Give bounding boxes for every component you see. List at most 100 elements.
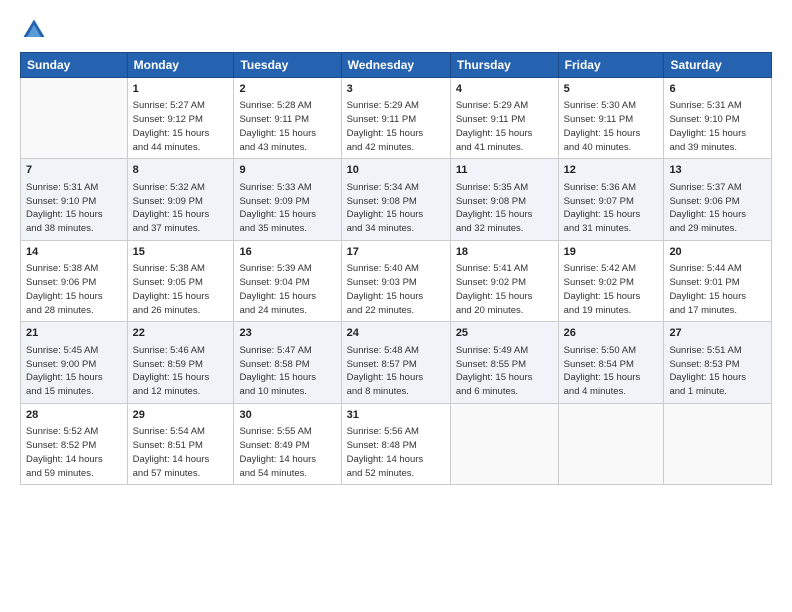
day-number: 12 [564, 163, 659, 178]
day-number: 17 [347, 245, 445, 260]
calendar-cell [558, 403, 664, 484]
calendar-cell: 31 Sunrise: 5:56 AM Sunset: 8:48 PM Dayli… [341, 403, 450, 484]
day-number: 22 [133, 326, 229, 341]
calendar-week-row: 14 Sunrise: 5:38 AM Sunset: 9:06 PM Dayli… [21, 240, 772, 321]
calendar-cell: 9 Sunrise: 5:33 AM Sunset: 9:09 PM Daylig… [234, 159, 341, 240]
day-info: Sunrise: 5:45 AM Sunset: 9:00 PM Dayligh… [26, 344, 122, 399]
day-info: Sunrise: 5:47 AM Sunset: 8:58 PM Dayligh… [239, 344, 335, 399]
calendar-cell: 11Sunrise: 5:35 AM Sunset: 9:08 PM Dayli… [450, 159, 558, 240]
calendar-cell: 3 Sunrise: 5:29 AM Sunset: 9:11 PM Daylig… [341, 78, 450, 159]
day-number: 13 [669, 163, 766, 178]
day-info: Sunrise: 5:54 AM Sunset: 8:51 PM Dayligh… [133, 425, 229, 480]
calendar-cell: 14 Sunrise: 5:38 AM Sunset: 9:06 PM Dayli… [21, 240, 128, 321]
calendar-cell: 21 Sunrise: 5:45 AM Sunset: 9:00 PM Dayli… [21, 322, 128, 403]
day-number: 30 [239, 408, 335, 423]
day-info: Sunrise: 5:34 AM Sunset: 9:08 PM Dayligh… [347, 181, 445, 236]
day-info: Sunrise: 5:38 AM Sunset: 9:06 PM Dayligh… [26, 262, 122, 317]
weekday-header: Monday [127, 53, 234, 78]
day-number: 4 [456, 82, 553, 97]
weekday-header: Sunday [21, 53, 128, 78]
day-info: Sunrise: 5:31 AM Sunset: 9:10 PM Dayligh… [669, 99, 766, 154]
calendar-cell: 18 Sunrise: 5:41 AM Sunset: 9:02 PM Dayli… [450, 240, 558, 321]
day-number: 7 [26, 163, 122, 178]
day-info: Sunrise: 5:30 AM Sunset: 9:11 PM Dayligh… [564, 99, 659, 154]
calendar-cell: 6 Sunrise: 5:31 AM Sunset: 9:10 PM Daylig… [664, 78, 772, 159]
calendar-cell [664, 403, 772, 484]
day-info: Sunrise: 5:40 AM Sunset: 9:03 PM Dayligh… [347, 262, 445, 317]
day-number: 27 [669, 326, 766, 341]
calendar-week-row: 1 Sunrise: 5:27 AM Sunset: 9:12 PM Daylig… [21, 78, 772, 159]
calendar-cell: 19 Sunrise: 5:42 AM Sunset: 9:02 PM Dayli… [558, 240, 664, 321]
calendar-cell: 22 Sunrise: 5:46 AM Sunset: 8:59 PM Dayli… [127, 322, 234, 403]
day-number: 31 [347, 408, 445, 423]
day-number: 6 [669, 82, 766, 97]
calendar-header-row: SundayMondayTuesdayWednesdayThursdayFrid… [21, 53, 772, 78]
calendar-cell: 30 Sunrise: 5:55 AM Sunset: 8:49 PM Dayli… [234, 403, 341, 484]
day-info: Sunrise: 5:29 AM Sunset: 9:11 PM Dayligh… [347, 99, 445, 154]
day-info: Sunrise: 5:49 AM Sunset: 8:55 PM Dayligh… [456, 344, 553, 399]
calendar-cell: 12 Sunrise: 5:36 AM Sunset: 9:07 PM Dayli… [558, 159, 664, 240]
day-info: Sunrise: 5:28 AM Sunset: 9:11 PM Dayligh… [239, 99, 335, 154]
calendar-cell [21, 78, 128, 159]
day-info: Sunrise: 5:56 AM Sunset: 8:48 PM Dayligh… [347, 425, 445, 480]
day-number: 5 [564, 82, 659, 97]
day-info: Sunrise: 5:46 AM Sunset: 8:59 PM Dayligh… [133, 344, 229, 399]
day-info: Sunrise: 5:29 AM Sunset: 9:11 PM Dayligh… [456, 99, 553, 154]
calendar-cell: 2 Sunrise: 5:28 AM Sunset: 9:11 PM Daylig… [234, 78, 341, 159]
calendar-cell: 24Sunrise: 5:48 AM Sunset: 8:57 PM Dayli… [341, 322, 450, 403]
calendar-table: SundayMondayTuesdayWednesdayThursdayFrid… [20, 52, 772, 485]
day-number: 21 [26, 326, 122, 341]
day-number: 28 [26, 408, 122, 423]
calendar-cell: 5 Sunrise: 5:30 AM Sunset: 9:11 PM Daylig… [558, 78, 664, 159]
day-info: Sunrise: 5:52 AM Sunset: 8:52 PM Dayligh… [26, 425, 122, 480]
day-info: Sunrise: 5:33 AM Sunset: 9:09 PM Dayligh… [239, 181, 335, 236]
day-number: 29 [133, 408, 229, 423]
day-info: Sunrise: 5:44 AM Sunset: 9:01 PM Dayligh… [669, 262, 766, 317]
day-info: Sunrise: 5:36 AM Sunset: 9:07 PM Dayligh… [564, 181, 659, 236]
calendar-cell: 26 Sunrise: 5:50 AM Sunset: 8:54 PM Dayli… [558, 322, 664, 403]
day-info: Sunrise: 5:42 AM Sunset: 9:02 PM Dayligh… [564, 262, 659, 317]
calendar-cell: 13 Sunrise: 5:37 AM Sunset: 9:06 PM Dayli… [664, 159, 772, 240]
day-number: 20 [669, 245, 766, 260]
calendar-cell: 20 Sunrise: 5:44 AM Sunset: 9:01 PM Dayli… [664, 240, 772, 321]
day-number: 3 [347, 82, 445, 97]
calendar-cell: 17 Sunrise: 5:40 AM Sunset: 9:03 PM Dayli… [341, 240, 450, 321]
calendar-cell: 7Sunrise: 5:31 AM Sunset: 9:10 PM Daylig… [21, 159, 128, 240]
day-info: Sunrise: 5:37 AM Sunset: 9:06 PM Dayligh… [669, 181, 766, 236]
calendar-week-row: 21 Sunrise: 5:45 AM Sunset: 9:00 PM Dayli… [21, 322, 772, 403]
calendar-cell: 16 Sunrise: 5:39 AM Sunset: 9:04 PM Dayli… [234, 240, 341, 321]
logo-icon [20, 16, 48, 44]
day-number: 18 [456, 245, 553, 260]
calendar-cell: 15Sunrise: 5:38 AM Sunset: 9:05 PM Dayli… [127, 240, 234, 321]
day-number: 2 [239, 82, 335, 97]
day-number: 8 [133, 163, 229, 178]
weekday-header: Thursday [450, 53, 558, 78]
page: SundayMondayTuesdayWednesdayThursdayFrid… [0, 0, 792, 612]
calendar-cell: 10 Sunrise: 5:34 AM Sunset: 9:08 PM Dayli… [341, 159, 450, 240]
day-info: Sunrise: 5:55 AM Sunset: 8:49 PM Dayligh… [239, 425, 335, 480]
calendar-cell: 23 Sunrise: 5:47 AM Sunset: 8:58 PM Dayli… [234, 322, 341, 403]
weekday-header: Friday [558, 53, 664, 78]
calendar-cell: 4 Sunrise: 5:29 AM Sunset: 9:11 PM Daylig… [450, 78, 558, 159]
calendar-week-row: 7Sunrise: 5:31 AM Sunset: 9:10 PM Daylig… [21, 159, 772, 240]
calendar-week-row: 28 Sunrise: 5:52 AM Sunset: 8:52 PM Dayli… [21, 403, 772, 484]
day-number: 26 [564, 326, 659, 341]
day-number: 16 [239, 245, 335, 260]
weekday-header: Wednesday [341, 53, 450, 78]
day-info: Sunrise: 5:27 AM Sunset: 9:12 PM Dayligh… [133, 99, 229, 154]
day-number: 14 [26, 245, 122, 260]
day-info: Sunrise: 5:32 AM Sunset: 9:09 PM Dayligh… [133, 181, 229, 236]
day-number: 10 [347, 163, 445, 178]
day-info: Sunrise: 5:50 AM Sunset: 8:54 PM Dayligh… [564, 344, 659, 399]
day-number: 9 [239, 163, 335, 178]
weekday-header: Saturday [664, 53, 772, 78]
logo [20, 16, 52, 44]
day-info: Sunrise: 5:35 AM Sunset: 9:08 PM Dayligh… [456, 181, 553, 236]
day-info: Sunrise: 5:39 AM Sunset: 9:04 PM Dayligh… [239, 262, 335, 317]
day-info: Sunrise: 5:41 AM Sunset: 9:02 PM Dayligh… [456, 262, 553, 317]
weekday-header: Tuesday [234, 53, 341, 78]
day-number: 19 [564, 245, 659, 260]
day-number: 1 [133, 82, 229, 97]
day-number: 23 [239, 326, 335, 341]
calendar-cell: 25Sunrise: 5:49 AM Sunset: 8:55 PM Dayli… [450, 322, 558, 403]
